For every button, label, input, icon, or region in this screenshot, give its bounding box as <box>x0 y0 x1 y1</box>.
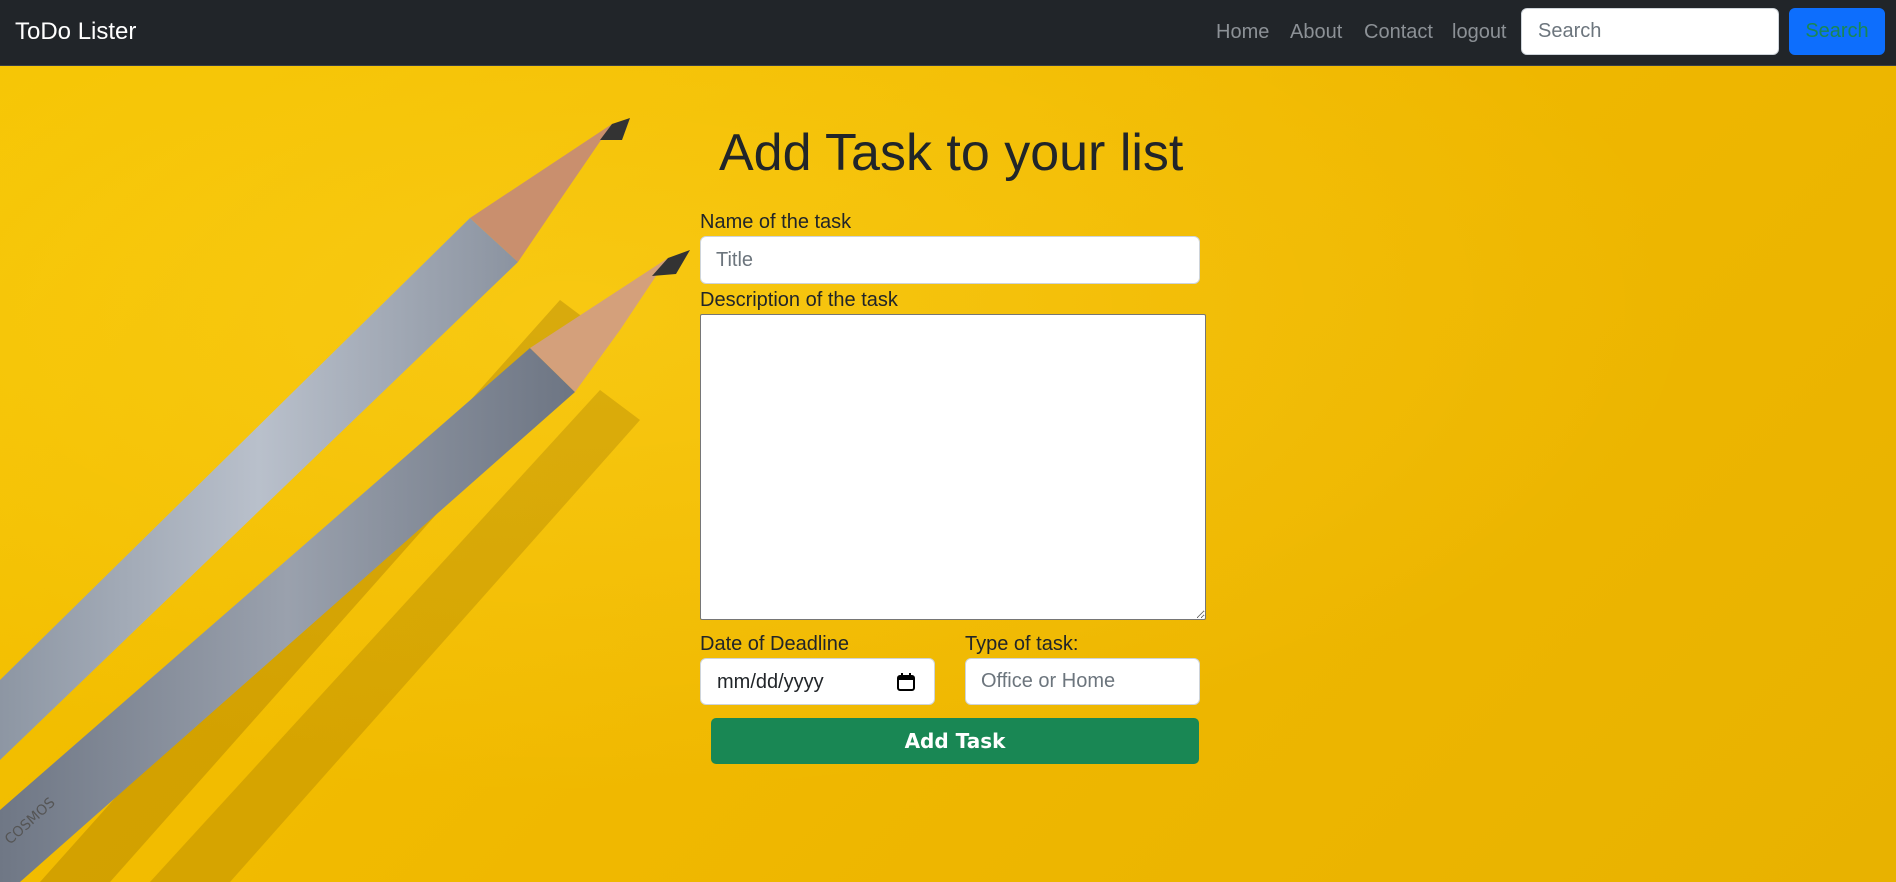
navbar: ToDo Lister Home About Contact logout Se… <box>0 0 1896 66</box>
search-input[interactable] <box>1521 8 1779 55</box>
task-description-label: Description of the task <box>700 289 898 311</box>
task-description-textarea[interactable] <box>700 314 1206 620</box>
deadline-date-input[interactable]: mm/dd/yyyy <box>700 658 935 705</box>
nav-link-about[interactable]: About <box>1290 19 1342 45</box>
task-type-label: Type of task: <box>965 633 1079 655</box>
task-name-label: Name of the task <box>700 211 852 233</box>
calendar-icon[interactable] <box>897 673 915 691</box>
page-title: Add Task to your list <box>719 124 1184 182</box>
nav-link-home[interactable]: Home <box>1216 19 1269 45</box>
brand-title[interactable]: ToDo Lister <box>15 16 136 48</box>
add-task-button[interactable]: Add Task <box>711 718 1199 764</box>
deadline-date-value: mm/dd/yyyy <box>717 671 824 693</box>
task-type-input[interactable] <box>965 658 1200 705</box>
nav-link-logout[interactable]: logout <box>1452 19 1507 45</box>
nav-link-contact[interactable]: Contact <box>1364 19 1433 45</box>
task-title-input[interactable] <box>700 236 1200 284</box>
pencils-illustration: COSMOS <box>0 118 690 882</box>
search-button[interactable]: Search <box>1789 8 1885 55</box>
deadline-label: Date of Deadline <box>700 633 849 655</box>
